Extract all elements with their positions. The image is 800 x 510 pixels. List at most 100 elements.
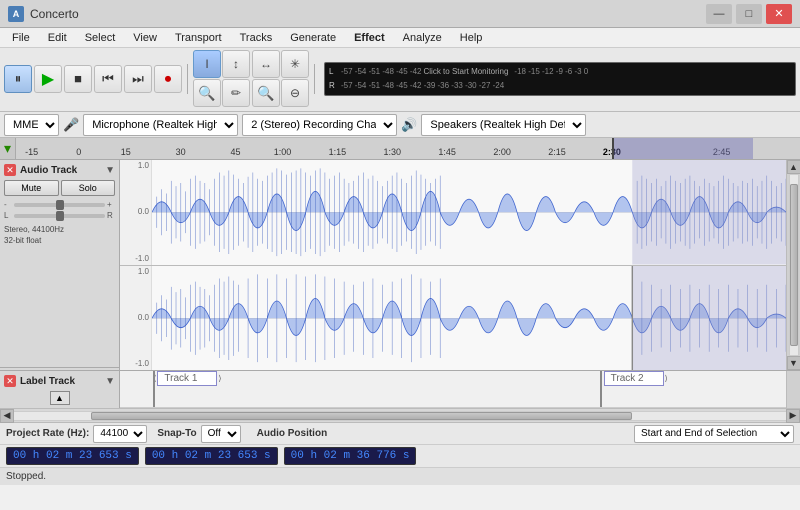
mute-solo-area: Mute Solo <box>4 180 115 196</box>
y-val-1.0: 1.0 <box>122 162 149 170</box>
label-track-close[interactable]: ✕ <box>4 375 16 387</box>
tmark-200: 2:00 <box>493 147 511 157</box>
wave-track-2: 1.0 0.0 -1.0 <box>120 266 786 371</box>
pan-l: L <box>4 211 12 220</box>
status-bar: Stopped. <box>0 467 800 485</box>
menu-view[interactable]: View <box>125 30 165 46</box>
skip-forward-button[interactable]: ⏭ <box>124 65 152 93</box>
horizontal-scrollbar[interactable]: ◀ ▶ <box>0 408 800 422</box>
audio-position-label: Audio Position <box>257 428 328 439</box>
audio-position-display2[interactable]: 00 h 02 m 23 653 s <box>145 447 278 465</box>
record-button[interactable]: ⏺ <box>154 65 182 93</box>
vu-click-text[interactable]: Click to Start Monitoring <box>424 67 509 76</box>
skip-back-button[interactable]: ⏮ <box>94 65 122 93</box>
selection-end-display[interactable]: 00 h 02 m 36 776 s <box>284 447 417 465</box>
tmark-0: 0 <box>76 147 81 157</box>
h-scroll-left[interactable]: ◀ <box>0 409 14 423</box>
audio-pos-value2: 00 h 02 m 23 653 s <box>152 450 271 462</box>
gain-thumb[interactable] <box>56 200 64 210</box>
label-marker-2: ⟨ Track 2 ⟩ <box>600 371 668 386</box>
label-content[interactable]: ⟨ Track 1 ⟩ ⟨ Track 2 ⟩ <box>120 371 786 408</box>
menu-analyze[interactable]: Analyze <box>395 30 450 46</box>
vu-row-l: L -57 -54 -51 -48 -45 -42 Click to Start… <box>329 65 791 79</box>
timeshift-tool-button[interactable]: ↔ <box>252 50 280 78</box>
menu-transport[interactable]: Transport <box>167 30 230 46</box>
tmark-130: 1:30 <box>384 147 402 157</box>
device-bar: MME 🎤 Microphone (Realtek High Defini 2 … <box>0 112 800 138</box>
tmark-215: 2:15 <box>548 147 566 157</box>
audio-track-close[interactable]: ✕ <box>4 164 16 176</box>
v-scroll-down[interactable]: ▼ <box>787 356 800 370</box>
pan-slider[interactable] <box>14 214 105 218</box>
audio-track-arrow[interactable]: ▼ <box>105 165 115 176</box>
label-text-2[interactable]: Track 2 <box>604 371 664 386</box>
tmark-100: 1:00 <box>274 147 292 157</box>
mute-button[interactable]: Mute <box>4 180 59 196</box>
zoom-tool-button[interactable]: 🔍 <box>193 79 221 107</box>
menu-help[interactable]: Help <box>452 30 491 46</box>
toolbar-separator <box>187 64 188 94</box>
maximize-button[interactable]: □ <box>736 4 762 24</box>
v-scroll-thumb[interactable] <box>790 184 798 346</box>
menu-select[interactable]: Select <box>77 30 124 46</box>
vertical-scrollbar[interactable]: ▲ ▼ <box>786 160 800 370</box>
menu-generate[interactable]: Generate <box>282 30 344 46</box>
stop-button[interactable]: ■ <box>64 65 92 93</box>
solo-button[interactable]: Solo <box>61 180 116 196</box>
vu-label-r: R <box>329 81 339 90</box>
play-button[interactable]: ▶ <box>34 65 62 93</box>
label-track-area: ✕ Label Track ▼ ▲ ⟨ Track 1 ⟩ ⟨ Track 2 … <box>0 370 800 408</box>
api-select[interactable]: MME <box>4 114 59 136</box>
speaker-select[interactable]: Speakers (Realtek High Definiti <box>421 114 586 136</box>
menu-file[interactable]: File <box>4 30 38 46</box>
menu-bar: File Edit Select View Transport Tracks G… <box>0 28 800 48</box>
timeline-highlight <box>612 138 753 159</box>
timeline[interactable]: ▾ -15 0 15 30 45 1:00 1:15 1:30 1:45 2:0… <box>0 138 800 160</box>
channels-select[interactable]: 2 (Stereo) Recording Channels <box>242 114 397 136</box>
v-scroll-up[interactable]: ▲ <box>787 160 800 174</box>
audio-track-header: ✕ Audio Track ▼ <box>4 164 115 176</box>
snap-to-select[interactable]: Off <box>201 425 241 443</box>
gain-plus: + <box>107 200 115 209</box>
audio-track-control: ✕ Audio Track ▼ Mute Solo - + L <box>0 160 119 368</box>
zoom-in-button[interactable]: 🔍 <box>252 79 280 107</box>
gain-slider[interactable] <box>14 203 105 207</box>
label-text-1[interactable]: Track 1 <box>157 371 217 386</box>
tmark-15: 15 <box>121 147 131 157</box>
sel-end-value: 00 h 02 m 36 776 s <box>291 450 410 462</box>
zoom-out-button[interactable]: ⊖ <box>281 79 309 107</box>
track-controls: ✕ Audio Track ▼ Mute Solo - + L <box>0 160 120 370</box>
project-rate-label: Project Rate (Hz): <box>6 428 89 439</box>
label-pin-1 <box>153 371 155 407</box>
selection-type-select[interactable]: Start and End of Selection <box>634 425 794 443</box>
envelope-tool-button[interactable]: ↕ <box>222 50 250 78</box>
pan-thumb[interactable] <box>56 211 64 221</box>
label-pin-icon2: ⟩ <box>218 374 221 383</box>
microphone-select[interactable]: Microphone (Realtek High Defini <box>83 114 238 136</box>
label-scrollbar <box>786 371 800 408</box>
select-tool-button[interactable]: I <box>193 50 221 78</box>
menu-effect[interactable]: Effect <box>346 30 393 46</box>
menu-edit[interactable]: Edit <box>40 30 75 46</box>
waveform-area[interactable]: 1.0 0.0 -1.0 <box>120 160 786 370</box>
audio-position-display[interactable]: 00 h 02 m 23 653 s <box>6 447 139 465</box>
menu-tracks[interactable]: Tracks <box>232 30 281 46</box>
label-track-up-button[interactable]: ▲ <box>50 391 70 405</box>
pause-button[interactable]: ⏸ <box>4 65 32 93</box>
h-scroll-track[interactable] <box>14 411 786 421</box>
timeline-marks[interactable]: -15 0 15 30 45 1:00 1:15 1:30 1:45 2:00 … <box>16 138 800 159</box>
close-button[interactable]: ✕ <box>766 4 792 24</box>
v-scroll-track[interactable] <box>789 174 799 356</box>
multitool-button[interactable]: ✳ <box>281 50 309 78</box>
label-track-arrow[interactable]: ▼ <box>105 376 115 387</box>
minimize-button[interactable]: — <box>706 4 732 24</box>
h-scroll-right[interactable]: ▶ <box>786 409 800 423</box>
track-info: Stereo, 44100Hz32-bit float <box>4 224 115 246</box>
pencil-tool-button[interactable]: ✏ <box>222 79 250 107</box>
vu-scale-r: -57 -54 -51 -48 -45 -42 -39 -36 -33 -30 … <box>341 81 504 90</box>
vu-meter-area[interactable]: L -57 -54 -51 -48 -45 -42 Click to Start… <box>324 62 796 96</box>
h-scroll-thumb[interactable] <box>91 412 631 420</box>
project-rate-select[interactable]: 44100 <box>93 425 147 443</box>
app-icon: A <box>8 6 24 22</box>
label-pin-2 <box>600 371 602 407</box>
